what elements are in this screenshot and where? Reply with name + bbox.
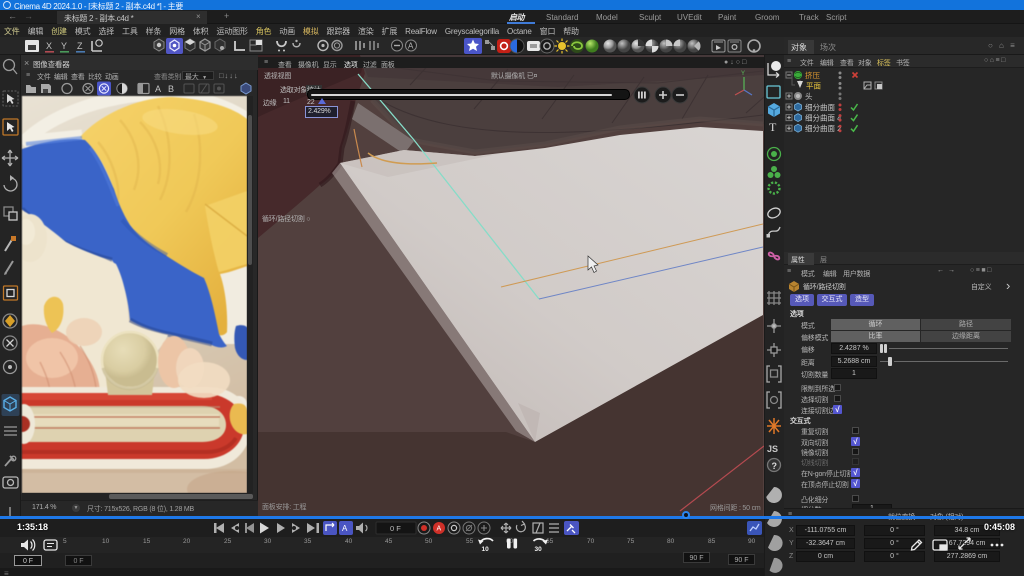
svg-text:Y: Y: [741, 71, 745, 77]
svg-text:细分曲面: 细分曲面: [805, 102, 835, 112]
svg-text:A: A: [408, 42, 414, 51]
svg-text:Z: Z: [77, 41, 83, 51]
svg-text:X: X: [46, 41, 52, 51]
svg-text:10: 10: [482, 546, 490, 553]
svg-text:0 F: 0 F: [390, 524, 401, 533]
svg-text:A: A: [342, 524, 348, 533]
svg-text:Y: Y: [61, 41, 67, 51]
svg-text:细分曲面 2: 细分曲面 2: [805, 123, 841, 133]
svg-text:头: 头: [805, 91, 813, 101]
svg-text:JS: JS: [767, 444, 778, 454]
svg-text:平面: 平面: [806, 82, 821, 91]
svg-text:挤压: 挤压: [805, 70, 820, 80]
svg-text:30: 30: [535, 546, 543, 553]
svg-text:T: T: [769, 120, 777, 134]
svg-text:A: A: [155, 84, 161, 94]
svg-text:细分曲面 4: 细分曲面 4: [805, 113, 841, 123]
svg-text:A: A: [437, 526, 442, 533]
svg-text:B: B: [168, 84, 174, 94]
svg-text:?: ?: [772, 461, 778, 471]
